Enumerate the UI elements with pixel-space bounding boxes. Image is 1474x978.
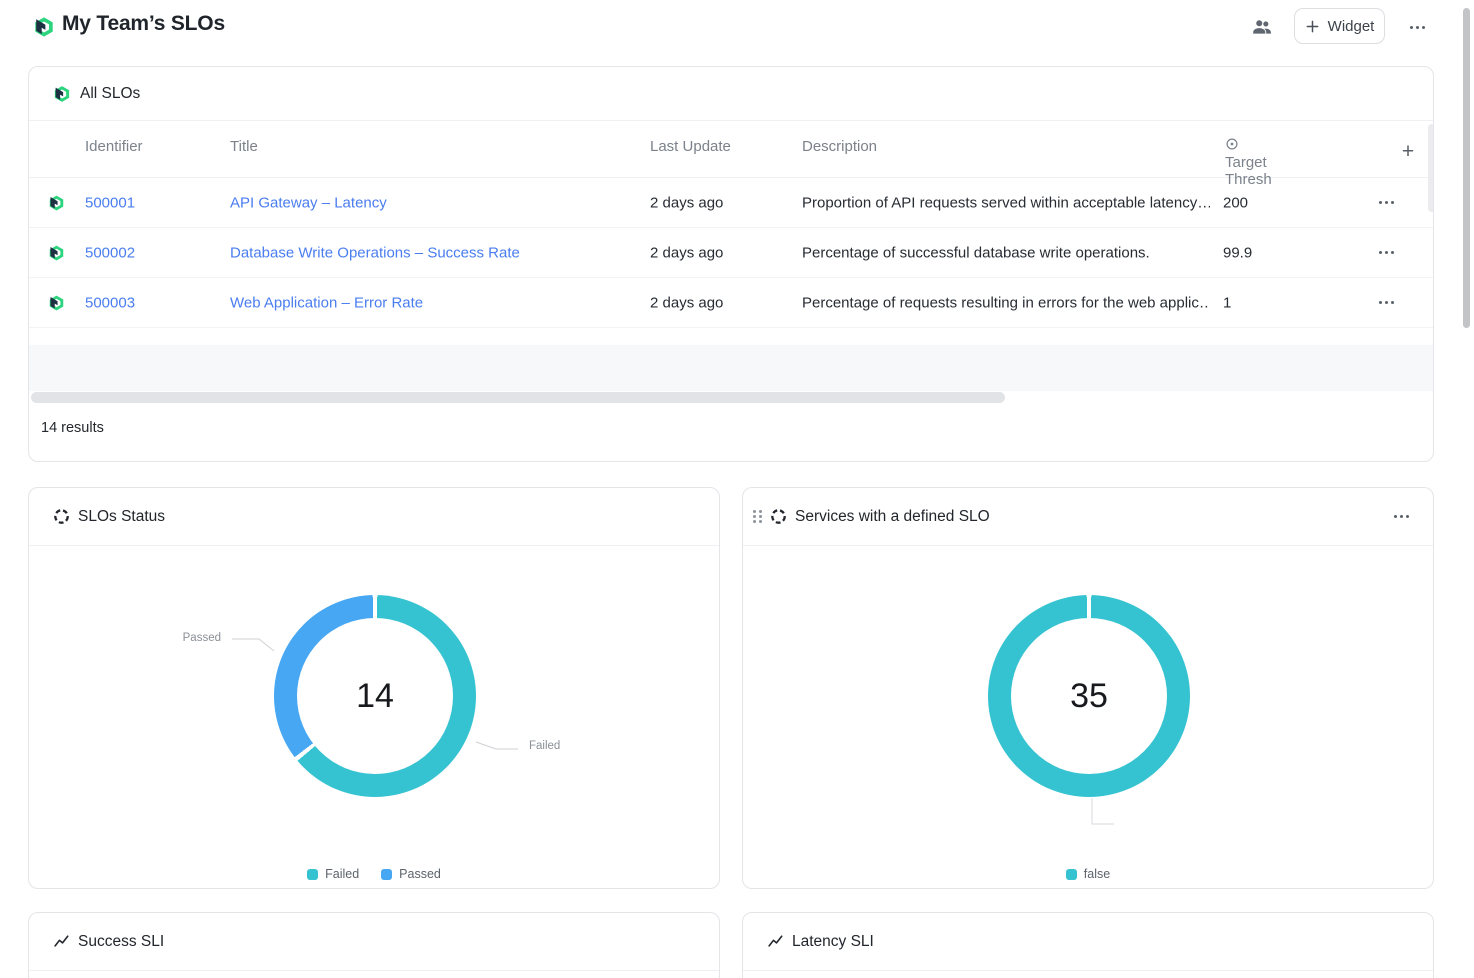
row-title-link[interactable]: Database Write Operations – Success Rate bbox=[230, 244, 520, 261]
column-header-target-thresh[interactable]: Target Thresh bbox=[1225, 137, 1239, 151]
legend-item-failed[interactable]: Failed bbox=[307, 867, 359, 881]
row-identifier-link[interactable]: 500002 bbox=[85, 244, 135, 261]
card-title: Success SLI bbox=[78, 933, 164, 951]
legend-swatch bbox=[307, 869, 318, 880]
all-slos-card-header: All SLOs bbox=[29, 67, 1433, 121]
donut-hole: 14 bbox=[297, 618, 453, 774]
page-vertical-scrollbar[interactable] bbox=[1463, 8, 1470, 328]
row-identifier-link[interactable]: 500001 bbox=[85, 194, 135, 211]
table-column-headers: Identifier Title Last Update Description… bbox=[29, 121, 1433, 178]
table-row[interactable]: 500001 API Gateway – Latency 2 days ago … bbox=[29, 178, 1433, 228]
slos-status-card-header: SLOs Status bbox=[29, 488, 719, 546]
row-actions-button[interactable] bbox=[1374, 241, 1398, 265]
legend-label: false bbox=[1084, 867, 1110, 881]
row-description: Proportion of API requests served within… bbox=[802, 194, 1210, 211]
page-more-options-button[interactable] bbox=[1402, 16, 1432, 38]
page-title: My Team’s SLOs bbox=[62, 12, 225, 36]
all-slos-card: All SLOs Identifier Title Last Update De… bbox=[28, 66, 1434, 462]
table-horizontal-scrollbar[interactable] bbox=[31, 392, 1005, 403]
row-target-thresh: 99.9 bbox=[1223, 244, 1252, 261]
callout-label-failed: Failed bbox=[529, 740, 560, 752]
card-title: All SLOs bbox=[80, 85, 140, 103]
port-logo-icon bbox=[48, 194, 65, 211]
results-count: 14 results bbox=[41, 420, 104, 436]
plus-icon bbox=[1305, 19, 1320, 34]
target-icon bbox=[1225, 137, 1239, 151]
pie-chart-icon bbox=[53, 508, 70, 525]
row-last-update: 2 days ago bbox=[650, 294, 723, 311]
add-column-button[interactable]: + bbox=[1395, 138, 1421, 166]
pie-chart-icon bbox=[770, 508, 787, 525]
ellipsis-icon bbox=[1410, 26, 1425, 29]
row-description: Percentage of requests resulting in erro… bbox=[802, 294, 1210, 311]
line-chart-icon bbox=[53, 933, 70, 950]
legend-label: Failed bbox=[325, 867, 359, 881]
ellipsis-icon bbox=[1379, 251, 1394, 254]
port-logo-icon bbox=[48, 244, 65, 261]
column-header-title[interactable]: Title bbox=[230, 138, 258, 155]
people-icon bbox=[1251, 16, 1273, 38]
table-empty-area bbox=[29, 345, 1433, 391]
row-title-link[interactable]: Web Application – Error Rate bbox=[230, 294, 423, 311]
donut-center-value: 35 bbox=[1070, 677, 1108, 716]
add-widget-label: Widget bbox=[1328, 18, 1375, 35]
row-actions-button[interactable] bbox=[1374, 191, 1398, 215]
ellipsis-icon bbox=[1394, 515, 1409, 518]
table-body: 500001 API Gateway – Latency 2 days ago … bbox=[29, 178, 1433, 328]
row-description: Percentage of successful database write … bbox=[802, 244, 1210, 261]
callout-label-passed: Passed bbox=[159, 632, 221, 644]
row-last-update: 2 days ago bbox=[650, 244, 723, 261]
table-row[interactable]: 500002 Database Write Operations – Succe… bbox=[29, 228, 1433, 278]
legend-item-false[interactable]: false bbox=[1066, 867, 1110, 881]
ellipsis-icon bbox=[1379, 301, 1394, 304]
row-identifier-link[interactable]: 500003 bbox=[85, 294, 135, 311]
table-row[interactable]: 500003 Web Application – Error Rate 2 da… bbox=[29, 278, 1433, 328]
success-sli-card: Success SLI bbox=[28, 912, 720, 978]
table-vertical-scrollbar[interactable] bbox=[1428, 124, 1434, 212]
donut-hole: 35 bbox=[1011, 618, 1167, 774]
column-header-last-update[interactable]: Last Update bbox=[650, 138, 731, 155]
row-last-update: 2 days ago bbox=[650, 194, 723, 211]
ellipsis-icon bbox=[1379, 201, 1394, 204]
column-header-identifier[interactable]: Identifier bbox=[85, 138, 143, 155]
card-title: Services with a defined SLO bbox=[795, 508, 990, 526]
chart-legend: Failed Passed bbox=[29, 867, 719, 881]
port-logo-icon bbox=[53, 85, 71, 103]
services-slo-card: Services with a defined SLO 35 false bbox=[742, 487, 1434, 889]
legend-label: Passed bbox=[399, 867, 441, 881]
add-widget-button[interactable]: Widget bbox=[1294, 8, 1385, 44]
line-chart-icon bbox=[767, 933, 784, 950]
row-title-link[interactable]: API Gateway – Latency bbox=[230, 194, 387, 211]
slos-status-card: SLOs Status 14 Passed Failed Failed Pass… bbox=[28, 487, 720, 889]
services-slo-donut-chart[interactable]: 35 bbox=[988, 595, 1190, 797]
success-sli-card-header: Success SLI bbox=[29, 913, 719, 971]
legend-item-passed[interactable]: Passed bbox=[381, 867, 441, 881]
row-target-thresh: 200 bbox=[1223, 194, 1248, 211]
drag-handle-icon[interactable] bbox=[753, 510, 762, 523]
row-actions-button[interactable] bbox=[1374, 291, 1398, 315]
chart-legend: false bbox=[743, 867, 1433, 881]
legend-swatch bbox=[381, 869, 392, 880]
share-users-button[interactable] bbox=[1249, 14, 1275, 40]
card-more-options-button[interactable] bbox=[1387, 506, 1415, 528]
card-title: Latency SLI bbox=[792, 933, 874, 951]
latency-sli-card-header: Latency SLI bbox=[743, 913, 1433, 971]
latency-sli-card: Latency SLI bbox=[742, 912, 1434, 978]
donut-center-value: 14 bbox=[356, 677, 394, 716]
services-slo-card-header: Services with a defined SLO bbox=[743, 488, 1433, 546]
legend-swatch bbox=[1066, 869, 1077, 880]
card-title: SLOs Status bbox=[78, 508, 165, 526]
port-logo-icon bbox=[48, 294, 65, 311]
column-header-description[interactable]: Description bbox=[802, 138, 877, 155]
dashboard-page: My Team’s SLOs Widget All SLOs Identifie… bbox=[0, 0, 1474, 978]
port-logo-icon bbox=[33, 16, 55, 38]
slos-status-donut-chart[interactable]: 14 bbox=[274, 595, 476, 797]
row-target-thresh: 1 bbox=[1223, 294, 1231, 311]
